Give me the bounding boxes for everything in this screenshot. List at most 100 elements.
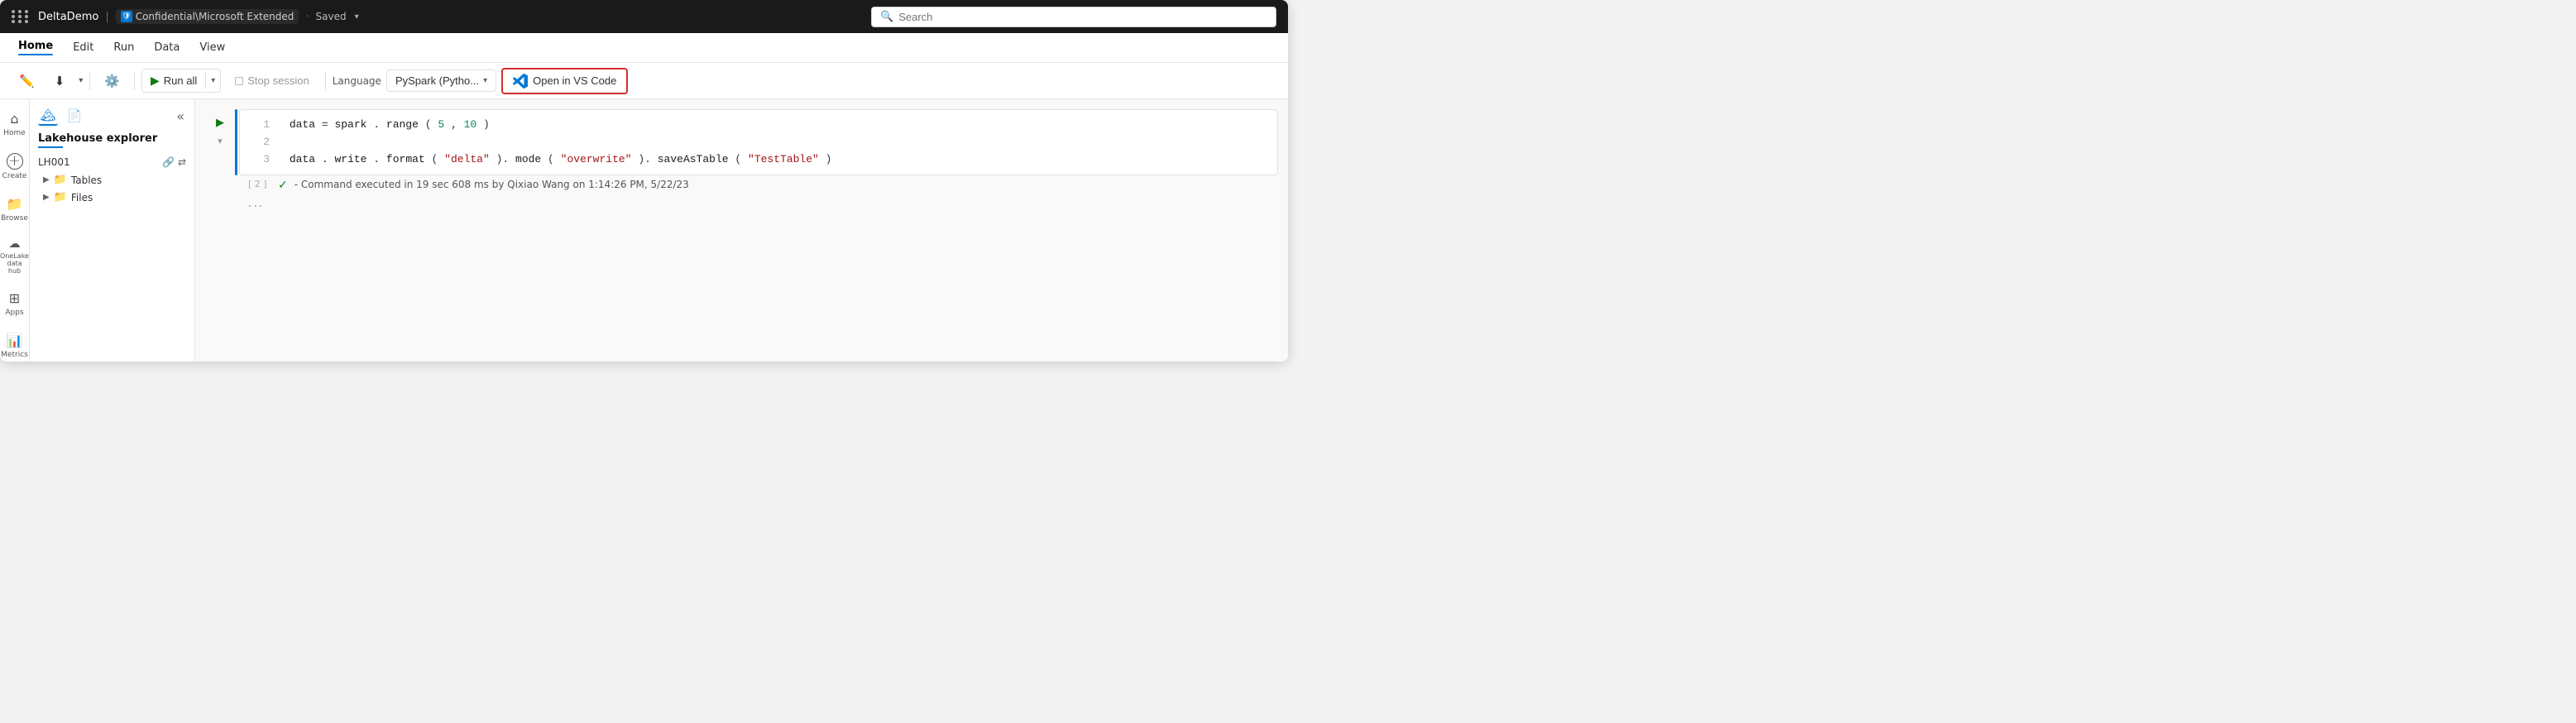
language-label: PySpark (Pytho... xyxy=(395,74,479,87)
explorer-tabs: 🏔 📄 xyxy=(38,106,84,126)
toolbar-divider-2 xyxy=(134,72,135,90)
confidential-label: Confidential\Microsoft Extended xyxy=(136,11,294,22)
code-token: ) xyxy=(483,118,490,131)
tree-item-tables[interactable]: ▶ 📁 Tables xyxy=(30,171,194,189)
stop-session-button[interactable]: Stop session xyxy=(226,69,318,92)
sidebar-item-create[interactable]: + Create xyxy=(2,148,28,186)
refresh-icon[interactable]: ⇄ xyxy=(178,156,186,168)
menu-item-view[interactable]: View xyxy=(191,38,233,57)
settings-button[interactable]: ⚙️ xyxy=(97,69,127,93)
search-icon: 🔍 xyxy=(880,11,893,23)
pin-icon[interactable]: 🔗 xyxy=(162,156,175,168)
run-all-dropdown-button[interactable]: ▾ xyxy=(205,72,220,89)
saved-label: Saved xyxy=(316,11,347,22)
code-token: "overwrite" xyxy=(561,153,632,165)
output-checkmark-icon: ✓ xyxy=(278,179,288,192)
cell-run-button[interactable]: ▶ xyxy=(212,114,228,131)
explorer-tab-lakehouse[interactable]: 🏔 xyxy=(38,106,58,126)
code-line-2: 2 xyxy=(250,134,1267,151)
stop-session-label: Stop session xyxy=(247,74,309,87)
left-sidebar: ⌂ Home + Create 📁 Browse ☁ OneLakedata h… xyxy=(0,99,30,362)
apps-menu-icon[interactable] xyxy=(12,10,30,23)
browse-icon: 📁 xyxy=(7,196,23,212)
sidebar-onelake-label: OneLakedata hub xyxy=(0,253,29,275)
code-token: "delta" xyxy=(444,153,490,165)
top-bar-title: DeltaDemo | 🛡 Confidential\Microsoft Ext… xyxy=(38,9,359,24)
code-token: ) xyxy=(826,153,832,165)
language-button[interactable]: PySpark (Pytho... ▾ xyxy=(386,69,496,92)
code-token: . xyxy=(322,153,328,165)
sidebar-apps-label: Apps xyxy=(5,309,23,318)
explorer-tab-file[interactable]: 📄 xyxy=(65,106,84,126)
code-token: ( xyxy=(548,153,554,165)
main-area: ⌂ Home + Create 📁 Browse ☁ OneLakedata h… xyxy=(0,99,1288,362)
code-line-3: 3 data . write . format ( "delta" ). m xyxy=(250,151,1267,169)
download-icon: ⬇ xyxy=(55,74,65,89)
code-token: format xyxy=(386,153,425,165)
code-token: range xyxy=(386,118,419,131)
sidebar-item-metrics[interactable]: 📊 Metrics xyxy=(2,328,28,362)
code-token: . xyxy=(373,118,380,131)
shield-icon: 🛡 xyxy=(121,11,132,22)
menu-item-data[interactable]: Data xyxy=(146,38,188,57)
code-token: write xyxy=(334,153,366,165)
confidential-badge: 🛡 Confidential\Microsoft Extended xyxy=(116,9,299,24)
menu-item-edit[interactable]: Edit xyxy=(65,38,102,57)
code-token: = xyxy=(322,118,335,131)
download-button[interactable]: ⬇ xyxy=(47,69,73,93)
tables-label: Tables xyxy=(71,175,102,186)
download-chevron-icon[interactable]: ▾ xyxy=(79,76,83,85)
lakehouse-row: LH001 🔗 ⇄ xyxy=(30,153,194,171)
output-bracket-label: [ 2 ] xyxy=(248,179,271,189)
line-number-3: 3 xyxy=(250,151,270,169)
sidebar-browse-label: Browse xyxy=(1,214,28,223)
sidebar-create-label: Create xyxy=(2,172,27,181)
separator: | xyxy=(105,11,108,23)
edit-icon: ✏️ xyxy=(19,74,35,89)
ellipsis-label: ... xyxy=(248,197,264,210)
menu-item-home[interactable]: Home xyxy=(10,36,61,59)
language-chevron-icon: ▾ xyxy=(483,76,487,85)
project-name: DeltaDemo xyxy=(38,11,98,23)
explorer-collapse-button[interactable]: « xyxy=(175,107,186,126)
explorer-title: Lakehouse explorer xyxy=(38,132,157,145)
stop-icon xyxy=(235,77,243,85)
open-vscode-button[interactable]: Open in VS Code xyxy=(501,68,628,94)
cell-content: 1 data = spark . range ( 5 , 10 xyxy=(239,109,1278,175)
toolbar-divider-1 xyxy=(89,72,90,90)
line-number-2: 2 xyxy=(250,134,270,151)
edit-notebook-button[interactable]: ✏️ xyxy=(12,69,42,93)
sidebar-item-onelake[interactable]: ☁ OneLakedata hub xyxy=(2,232,28,280)
sidebar-item-browse[interactable]: 📁 Browse xyxy=(2,191,28,228)
language-prefix-label: Language xyxy=(333,75,381,87)
code-token: data xyxy=(290,118,315,131)
run-all-button[interactable]: ▶ Run all xyxy=(142,69,205,92)
code-line-1: 1 data = spark . range ( 5 , 10 xyxy=(250,117,1267,134)
dot-separator: · xyxy=(305,11,309,23)
sidebar-item-apps[interactable]: ⊞ Apps xyxy=(2,285,28,323)
toolbar-divider-3 xyxy=(325,72,326,90)
search-input[interactable] xyxy=(898,11,1267,23)
gear-icon: ⚙️ xyxy=(104,74,120,89)
run-all-group: ▶ Run all ▾ xyxy=(141,69,221,93)
code-token: ( xyxy=(425,118,432,131)
cell-chevron-button[interactable]: ▾ xyxy=(218,136,223,146)
code-token: data xyxy=(290,153,315,165)
code-token: , xyxy=(451,118,457,131)
search-box[interactable]: 🔍 xyxy=(871,7,1276,27)
files-folder-icon: 📁 xyxy=(54,191,67,203)
saved-chevron-icon[interactable]: ▾ xyxy=(355,12,359,22)
code-token: 5 xyxy=(438,118,444,131)
notebook-inner[interactable]: ▶ ▾ 1 data = spark . xyxy=(195,99,1288,362)
tree-item-files[interactable]: ▶ 📁 Files xyxy=(30,189,194,206)
ellipsis-row: ... xyxy=(205,195,1278,212)
explorer-title-row: Lakehouse explorer xyxy=(30,129,194,153)
files-label: Files xyxy=(71,192,93,203)
explorer-panel: 🏔 📄 « Lakehouse explorer LH001 🔗 ⇄ xyxy=(30,99,195,362)
lakehouse-actions: 🔗 ⇄ xyxy=(162,156,186,168)
code-token: . xyxy=(373,153,380,165)
vscode-icon xyxy=(513,74,528,89)
menu-item-run[interactable]: Run xyxy=(105,38,142,57)
sidebar-item-home[interactable]: ⌂ Home xyxy=(2,106,28,143)
code-area: 1 data = spark . range ( 5 , 10 xyxy=(240,110,1277,175)
